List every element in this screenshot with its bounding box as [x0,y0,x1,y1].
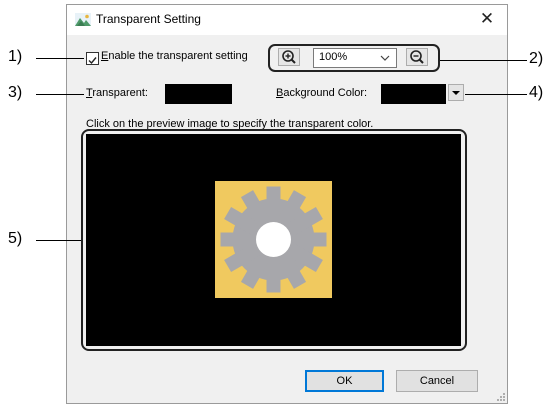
enable-transparent-label[interactable]: Enable the transparent setting [101,50,248,62]
callout-4: 4) [529,84,544,101]
triangle-down-icon [452,91,460,95]
check-icon [88,57,97,65]
zoom-value: 100% [319,51,348,63]
background-color-swatch[interactable] [381,84,446,104]
chevron-down-icon [380,55,390,61]
callout-3: 3) [8,84,23,101]
background-color-label: Background Color: [276,87,368,99]
background-color-dropdown[interactable] [448,84,464,101]
picture-icon [75,13,91,26]
gear-icon [220,186,327,293]
resize-grip-icon[interactable] [496,392,506,402]
zoom-out-button[interactable] [406,48,428,66]
callout-2: 2) [529,50,544,67]
callout-4-line [465,94,527,95]
callout-5-line [36,240,81,241]
zoom-in-button[interactable] [278,48,300,66]
callout-1: 1) [8,48,23,65]
callout-3-line [36,94,84,95]
zoom-in-icon [282,50,296,64]
transparent-color-swatch[interactable] [165,84,232,104]
ok-button[interactable]: OK [305,370,384,392]
zoom-out-icon [410,50,424,64]
callout-5: 5) [8,230,23,247]
transparent-label: Transparent: [86,87,148,99]
callout-2-line [440,60,527,61]
callout-1-line [36,58,84,59]
enable-transparent-checkbox[interactable] [86,52,99,65]
close-button[interactable]: ✕ [476,6,498,32]
window-title: Transparent Setting [96,12,201,26]
cancel-button[interactable]: Cancel [396,370,478,392]
